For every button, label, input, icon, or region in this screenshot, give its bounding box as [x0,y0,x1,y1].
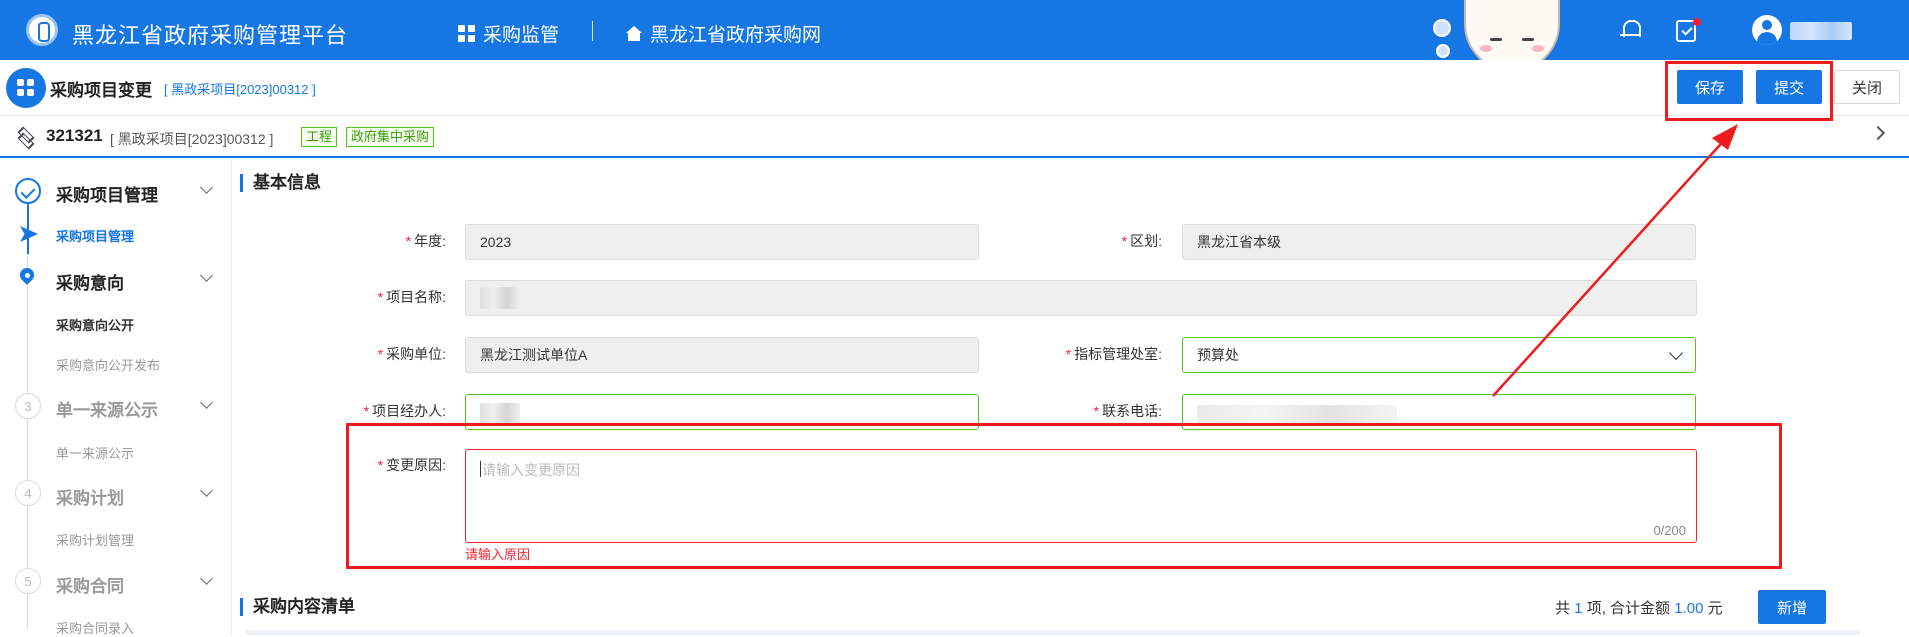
chevron-down-icon[interactable] [200,181,213,194]
project-id: 321321 [46,126,103,145]
region-label: * 区划: [1121,233,1162,249]
project-name-field [465,280,1697,316]
list-summary: 共 1 项, 合计金额 1.00 元 [1555,600,1723,617]
sidebar-item-intention-release[interactable]: 采购意向公开发布 [56,355,160,374]
home-icon [626,26,642,41]
sidebar-item-intention-publish[interactable]: 采购意向公开 [56,315,134,334]
nav-label: 采购监管 [483,25,560,46]
purchasing-unit-field: 黑龙江测试单位A [465,337,979,373]
year-field: 2023 [465,224,979,260]
tag-centralized-procurement: 政府集中采购 [346,127,435,147]
year-label: * 年度: [405,233,446,249]
section-title-basic-info: 基本信息 [240,174,321,192]
sidebar: 采购项目管理 采购项目管理 采购意向 采购意向公开 采购意向公开发布 3 单一来… [0,160,232,637]
sidebar-step-single-source[interactable]: 单一来源公示 [56,396,158,421]
arrow-pointer-icon [20,226,38,242]
region-field: 黑龙江省本级 [1182,224,1696,260]
check-circle-icon [15,178,41,204]
app-title: 黑龙江省政府采购管理平台 [72,23,349,48]
sidebar-step-procurement-intention[interactable]: 采购意向 [56,269,124,294]
sidebar-item-contract-entry[interactable]: 采购合同录入 [56,618,134,637]
top-navbar: 黑龙江省政府采购管理平台 采购监管 黑龙江省政府采购网 [0,0,1909,60]
summary-count: 1 [1574,600,1583,617]
step-number-icon: 3 [15,393,41,419]
purchasing-unit-label: * 采购单位: [377,346,446,362]
annotation-box-buttons [1665,61,1833,121]
module-logo-icon [6,68,46,108]
location-pin-icon [15,266,41,292]
section-title-procurement-list: 采购内容清单 [240,598,355,616]
project-name-label: * 项目名称: [377,289,446,305]
sidebar-step-procurement-project[interactable]: 采购项目管理 [56,181,158,206]
sidebar-step-procurement-contract[interactable]: 采购合同 [56,572,124,597]
page-title: 采购项目变更 [50,81,152,100]
nav-divider [592,21,593,41]
tag-engineering: 工程 [301,127,338,147]
nav-procurement-supervision[interactable]: 采购监管 [458,20,559,47]
sidebar-item-single-source[interactable]: 单一来源公示 [56,443,134,462]
notification-dot [1693,18,1701,26]
nav-procurement-website[interactable]: 黑龙江省政府采购网 [626,20,821,47]
project-code: [ 黑政采项目[2023]00312 ] [110,131,274,147]
project-info-bar: 321321 [ 黑政采项目[2023]00312 ] 工程 政府集中采购 [0,116,1909,158]
chevron-right-icon[interactable] [1870,125,1886,141]
sidebar-item-plan-management[interactable]: 采购计划管理 [56,530,134,549]
sidebar-item-procurement-project-management[interactable]: 采购项目管理 [56,226,134,245]
username-blurred[interactable] [1790,22,1852,40]
phone-label: * 联系电话: [1093,403,1162,419]
page-project-code: [ 黑政采项目[2023]00312 ] [164,82,316,97]
close-button[interactable]: 关闭 [1834,70,1900,104]
chevron-down-icon[interactable] [200,269,213,282]
dept-select-value: 预算处 [1197,347,1239,363]
status-dot-icon [1436,44,1450,58]
theme-toggle-icon[interactable] [1433,19,1451,37]
page-header: 采购项目变更 [ 黑政采项目[2023]00312 ] 保存 提交 关闭 [0,60,1909,116]
add-item-button[interactable]: 新增 [1758,590,1826,624]
dept-label: * 指标管理处室: [1065,346,1162,362]
chevron-down-icon[interactable] [200,396,213,409]
table-header-strip [245,630,1860,635]
summary-amount: 1.00 [1674,600,1704,617]
dept-select[interactable]: 预算处 [1182,337,1696,373]
manager-label: * 项目经办人: [363,403,446,419]
avatar[interactable] [1752,15,1782,45]
chevron-down-icon [1668,345,1684,361]
step-number-icon: 5 [15,568,41,594]
bell-icon[interactable] [1620,18,1641,40]
chevron-down-icon[interactable] [200,484,213,497]
grid-icon [458,25,475,42]
platform-logo-icon [26,14,58,46]
annotation-box-reason [346,423,1782,569]
layers-icon [16,129,34,143]
sidebar-step-procurement-plan[interactable]: 采购计划 [56,484,124,509]
nav-label: 黑龙江省政府采购网 [650,25,822,46]
step-number-icon: 4 [15,480,41,506]
chevron-down-icon[interactable] [200,572,213,585]
